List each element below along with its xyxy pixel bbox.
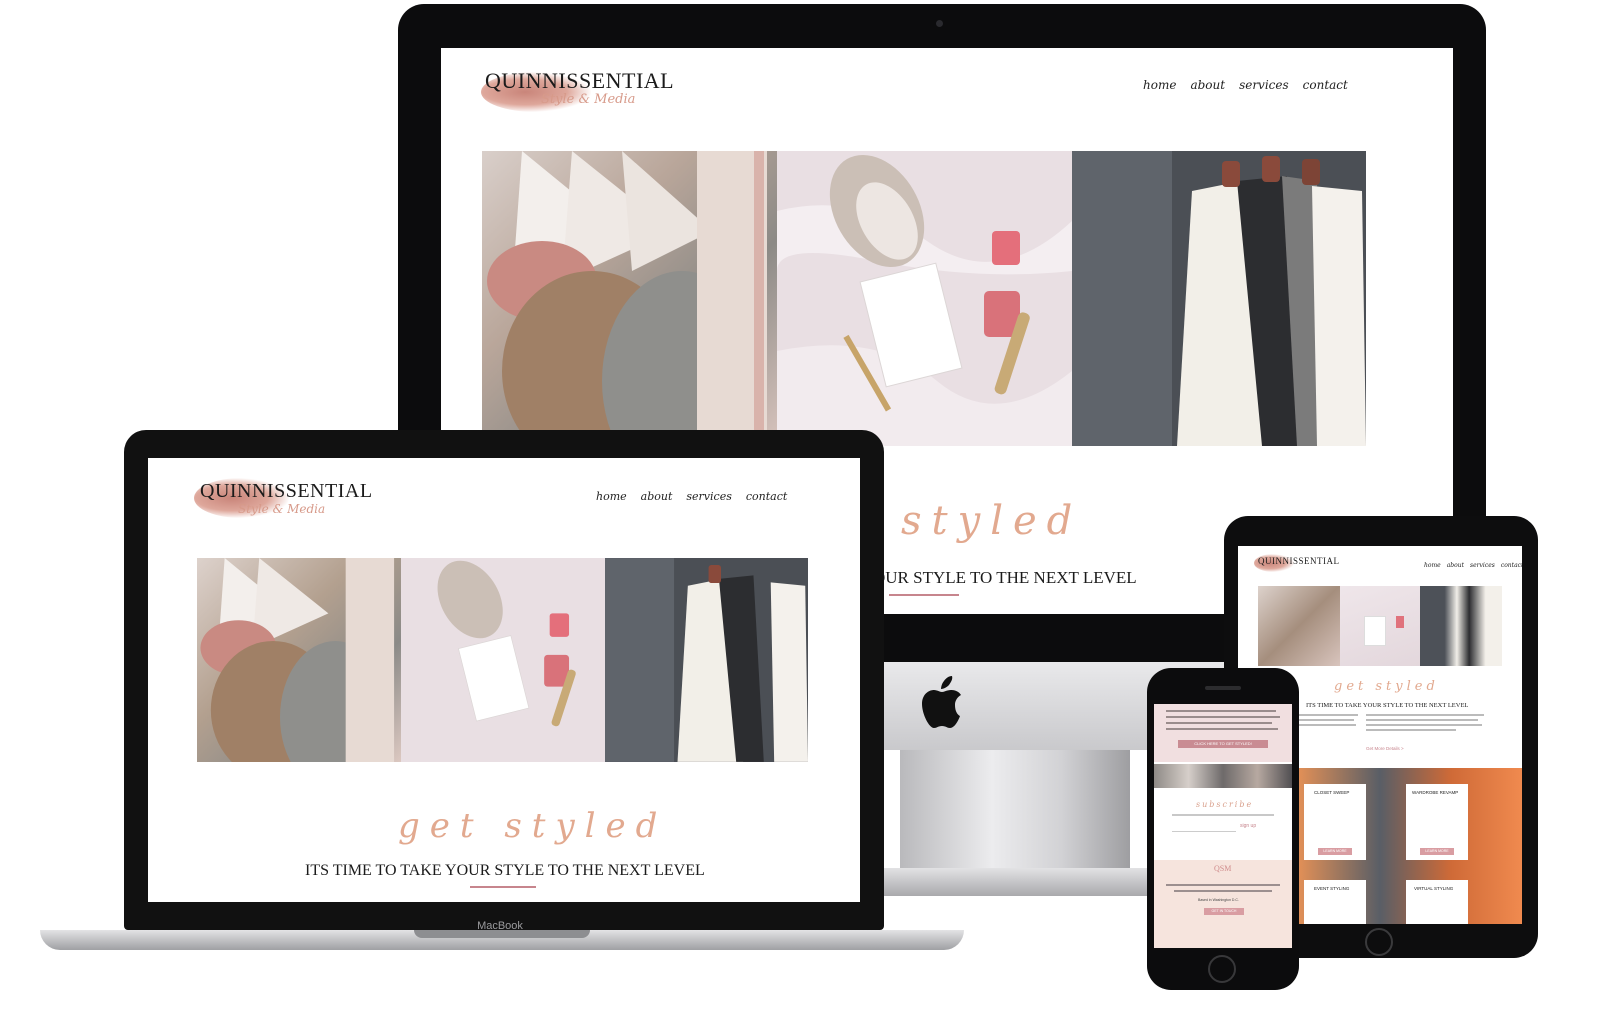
service-card-event-styling: EVENT STYLING xyxy=(1304,880,1366,924)
brand-logo[interactable]: QUINNISSENTIAL xyxy=(200,480,373,503)
learn-more-button[interactable]: LEARN MORE xyxy=(1420,848,1454,855)
headline-divider xyxy=(889,594,959,596)
main-nav: home about services contact xyxy=(596,490,801,503)
footer-nav xyxy=(1174,890,1272,892)
service-card-closet-sweep: CLOSET SWEEP LEARN MORE xyxy=(1304,784,1366,860)
apple-logo-icon xyxy=(922,676,961,728)
service-card-virtual-styling: VIRTUAL STYLING xyxy=(1406,880,1468,924)
nav-services[interactable]: services xyxy=(1470,562,1495,569)
service-title: EVENT STYLING xyxy=(1314,886,1350,891)
nav-about[interactable]: about xyxy=(1190,78,1225,92)
footer-location: Based in Washington D.C. xyxy=(1198,898,1239,902)
nav-home[interactable]: home xyxy=(1424,562,1441,569)
service-title: CLOSET SWEEP xyxy=(1314,790,1350,795)
hero-image-flatlay xyxy=(1340,586,1420,666)
brand-tagline: Style & Media xyxy=(541,92,636,107)
nav-about[interactable]: about xyxy=(1447,562,1464,569)
intro-text-right xyxy=(1366,714,1486,744)
main-nav: home about services contact xyxy=(1424,562,1522,569)
email-field[interactable] xyxy=(1172,824,1236,832)
service-title: WARDROBE REVAMP xyxy=(1412,790,1459,795)
subscribe-heading: subscribe xyxy=(1196,800,1254,809)
imac-stand-foot xyxy=(870,868,1160,896)
nav-contact[interactable]: contact xyxy=(746,490,787,503)
hero-image-dresses xyxy=(605,558,808,762)
signup-button[interactable]: sign up xyxy=(1240,823,1256,829)
text-line xyxy=(1166,710,1276,712)
nav-home[interactable]: home xyxy=(596,490,627,503)
read-more-link[interactable]: Get More Details > xyxy=(1366,746,1404,751)
hero-image-flatlay xyxy=(401,558,605,762)
journal-shape xyxy=(1364,616,1386,646)
nav-contact[interactable]: contact xyxy=(1501,562,1522,569)
brand-logo[interactable]: QUINNISSENTIAL xyxy=(485,68,674,94)
learn-more-button[interactable]: LEARN MORE xyxy=(1318,848,1352,855)
camera-icon xyxy=(936,20,943,27)
polish-shape xyxy=(1396,616,1404,628)
phone-footer: QSM Based in Washington D.C. GET IN TOUC… xyxy=(1154,860,1292,948)
hero-image-dresses xyxy=(1420,586,1502,666)
hero-image-hangers xyxy=(482,151,777,446)
imac-stand xyxy=(900,750,1130,880)
phone-home-button[interactable] xyxy=(1208,955,1236,983)
service-title: VIRTUAL STYLING xyxy=(1414,886,1454,891)
text-line xyxy=(1166,728,1278,730)
section-headline: ITS TIME TO TAKE YOUR STYLE TO THE NEXT … xyxy=(305,862,705,879)
footer-nav xyxy=(1166,884,1280,886)
laptop-screen: QUINNISSENTIAL Style & Media home about se… xyxy=(148,458,860,902)
section-script-heading: styled xyxy=(901,498,1083,544)
hero-image-hangers xyxy=(197,558,401,762)
nav-about[interactable]: about xyxy=(641,490,673,503)
phone-speaker xyxy=(1205,686,1241,690)
nav-services[interactable]: services xyxy=(1239,78,1289,92)
nav-home[interactable]: home xyxy=(1143,78,1176,92)
contact-button[interactable]: GET IN TOUCH xyxy=(1204,908,1244,915)
text-line xyxy=(1166,716,1280,718)
nav-services[interactable]: services xyxy=(686,490,731,503)
footer-logo: QSM xyxy=(1214,864,1232,873)
section-headline: ITS TIME TO TAKE YOUR STYLE TO THE NEXT … xyxy=(1306,702,1469,709)
section-script-heading: get styled xyxy=(398,806,668,846)
service-card-wardrobe-revamp: WARDROBE REVAMP LEARN MORE xyxy=(1406,784,1468,860)
cta-button[interactable]: CLICK HERE TO GET STYLED! xyxy=(1178,740,1268,748)
headline-divider xyxy=(470,886,536,888)
brand-logo[interactable]: QUINNISSENTIAL xyxy=(1258,556,1340,566)
subscribe-text xyxy=(1172,814,1274,816)
hero-image-flatlay xyxy=(777,151,1072,446)
hero-image-hangers xyxy=(1258,586,1340,666)
tablet-home-button[interactable] xyxy=(1365,928,1393,956)
section-headline: OUR STYLE TO THE NEXT LEVEL xyxy=(873,568,1137,587)
hero-image-dresses xyxy=(1072,151,1366,446)
nav-contact[interactable]: contact xyxy=(1303,78,1348,92)
text-line xyxy=(1166,722,1272,724)
section-script-heading: get styled xyxy=(1334,679,1439,694)
main-nav: home about services contact xyxy=(1143,78,1362,92)
phone-intro-band: CLICK HERE TO GET STYLED! xyxy=(1154,704,1292,762)
phone-screen: CLICK HERE TO GET STYLED! subscribe sign… xyxy=(1154,704,1292,948)
laptop-label: MacBook xyxy=(477,920,523,932)
phone-image-strip xyxy=(1154,764,1292,788)
brand-tagline: Style & Media xyxy=(238,502,326,516)
